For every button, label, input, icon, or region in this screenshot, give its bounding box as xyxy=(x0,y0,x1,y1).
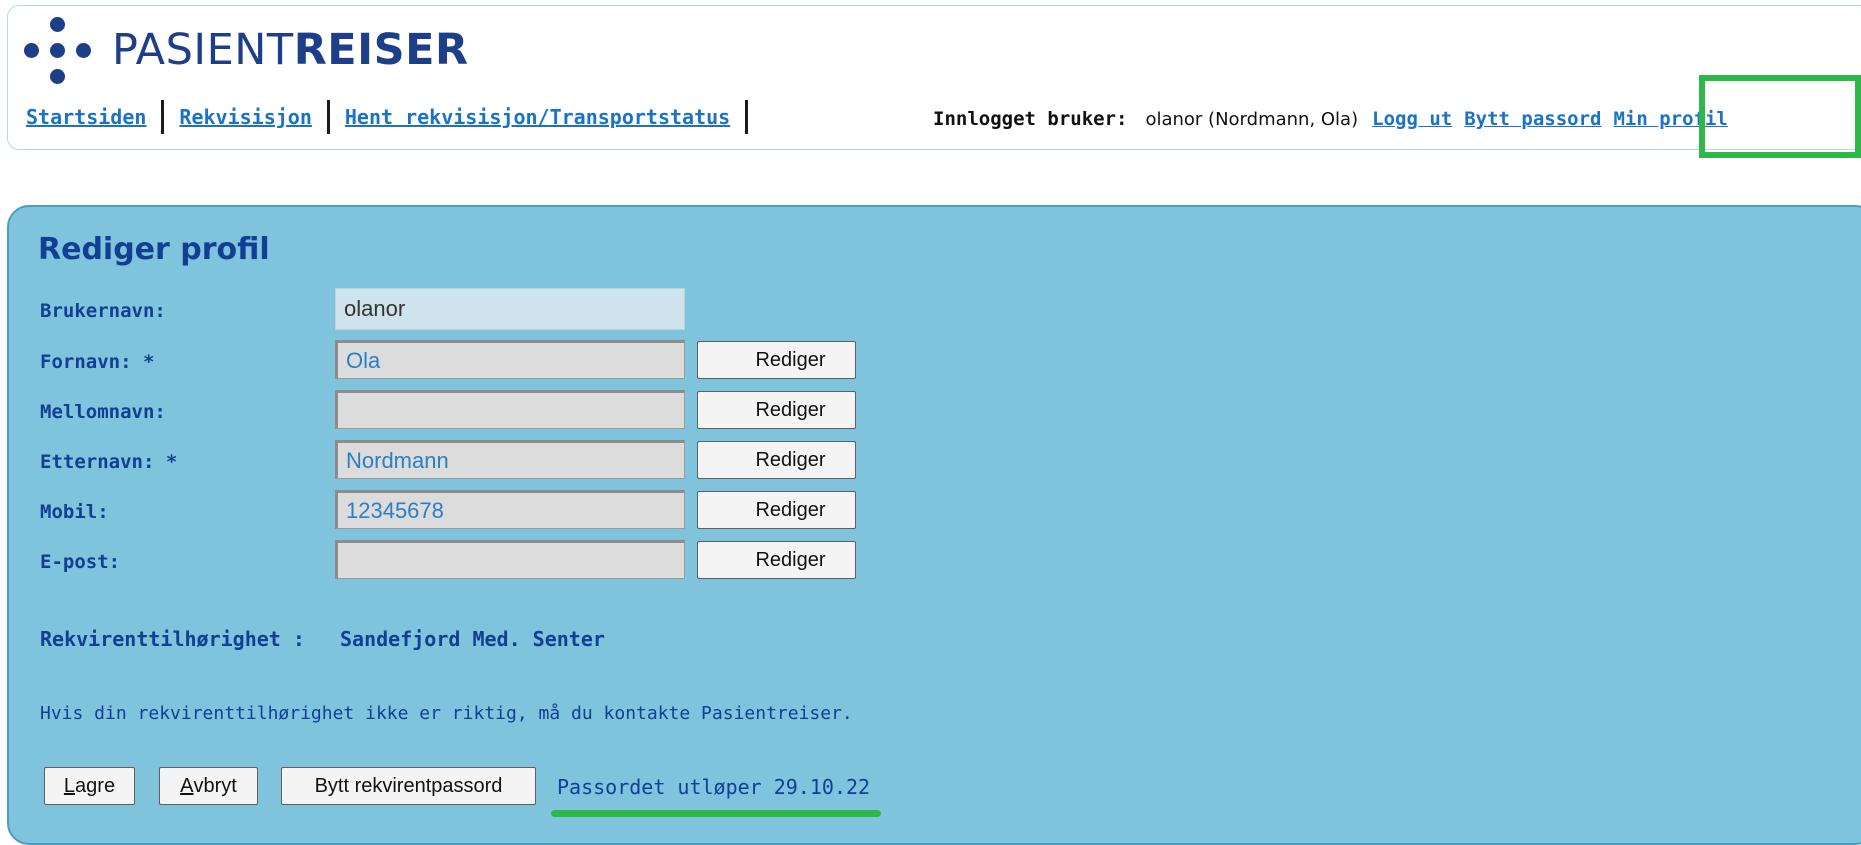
password-expiry-text: Passordet utløper 29.10.22 xyxy=(557,775,871,799)
nav-link-startsiden[interactable]: Startsiden xyxy=(26,105,146,129)
main-nav: Startsiden Rekvisisjon Hent rekvisisjon/… xyxy=(26,100,763,134)
nav-separator xyxy=(745,100,749,134)
page-title: Rediger profil xyxy=(38,232,270,267)
cancel-button-accesskey: A xyxy=(180,774,194,797)
edit-middle-name-button[interactable]: Rediger xyxy=(697,391,856,429)
logo-text: PASIENTREISER xyxy=(112,23,469,77)
last-name-field[interactable] xyxy=(335,440,685,479)
user-info: Innlogget bruker: olanor (Nordmann, Ola)… xyxy=(933,104,1740,134)
edit-email-button[interactable]: Rediger xyxy=(697,541,856,579)
logo-icon xyxy=(24,17,92,101)
logout-link[interactable]: Logg ut xyxy=(1372,108,1452,130)
password-expiry-highlight xyxy=(551,810,881,817)
first-name-label: Fornavn: * xyxy=(40,351,155,373)
affiliation-value: Sandefjord Med. Senter xyxy=(340,627,605,651)
middle-name-field[interactable] xyxy=(335,390,685,429)
nav-link-rekvisisjon[interactable]: Rekvisisjon xyxy=(179,105,311,129)
nav-separator xyxy=(161,100,165,134)
edit-last-name-button[interactable]: Rediger xyxy=(697,441,856,479)
edit-mobile-button[interactable]: Rediger xyxy=(697,491,856,529)
affiliation-info-text: Hvis din rekvirenttilhørighet ikke er ri… xyxy=(40,703,853,724)
mobile-label: Mobil: xyxy=(40,501,109,523)
save-button-label: agre xyxy=(75,774,116,797)
username-label: Brukernavn: xyxy=(40,300,166,322)
email-field[interactable] xyxy=(335,540,685,579)
first-name-field[interactable] xyxy=(335,340,685,379)
mobile-field[interactable] xyxy=(335,490,685,529)
profile-highlight-box xyxy=(1699,75,1861,158)
edit-first-name-button[interactable]: Rediger xyxy=(697,341,856,379)
nav-link-hent-rekvisisjon[interactable]: Hent rekvisisjon/Transportstatus xyxy=(345,105,730,129)
middle-name-label: Mellomnavn: xyxy=(40,401,166,423)
edit-profile-panel xyxy=(7,205,1861,845)
last-name-label: Etternavn: * xyxy=(40,451,178,473)
logo-text-light: PASIENT xyxy=(112,25,294,75)
email-label: E-post: xyxy=(40,551,121,573)
cancel-button-label: vbryt xyxy=(193,774,237,797)
nav-separator xyxy=(326,100,330,134)
logged-in-label: Innlogget bruker: xyxy=(933,108,1128,130)
username-field xyxy=(335,288,685,330)
change-password-link[interactable]: Bytt passord xyxy=(1464,108,1601,130)
logo-text-bold: REISER xyxy=(293,25,469,75)
affiliation-label: Rekvirenttilhørighet : xyxy=(40,627,305,651)
cancel-button[interactable]: Avbryt xyxy=(159,767,258,805)
save-button[interactable]: Lagre xyxy=(44,767,135,805)
logged-in-user: olanor (Nordmann, Ola) xyxy=(1145,108,1359,130)
save-button-accesskey: L xyxy=(63,774,76,797)
change-requester-password-button[interactable]: Bytt rekvirentpassord xyxy=(281,767,536,805)
